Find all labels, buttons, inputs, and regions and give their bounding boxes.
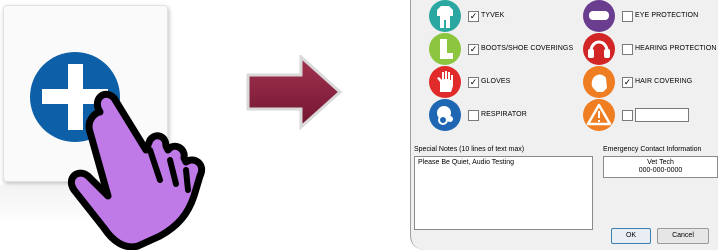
hair-covering-label: HAIR COVERING [635, 78, 693, 85]
respirator-checkbox[interactable] [468, 110, 479, 121]
warning-icon [583, 99, 615, 131]
gloves-checkbox[interactable]: ✓ [468, 77, 479, 88]
special-notes-textarea[interactable]: Please Be Quiet, Audio Testing [414, 156, 593, 230]
boots-checkbox[interactable]: ✓ [468, 44, 479, 55]
other-checkbox[interactable] [622, 110, 633, 121]
ok-button[interactable]: OK [611, 228, 651, 244]
glove-icon [429, 66, 461, 98]
special-notes-label: Special Notes (10 lines of text max) [414, 146, 525, 153]
other-ppe-input[interactable] [635, 108, 689, 122]
ppe-dialog: ✓ TYVEK ✓ BOOTS/SHOE COVERINGS ✓ GLOVES … [410, 0, 718, 250]
tyvek-checkbox[interactable]: ✓ [468, 11, 479, 22]
emergency-contact-field[interactable]: Vet Tech 000-000-0000 [603, 156, 718, 178]
emergency-contact-label: Emergency Contact Information [603, 146, 702, 153]
boot-icon [429, 33, 461, 65]
contact-phone: 000-000-0000 [638, 167, 683, 174]
contact-name: Vet Tech [647, 159, 674, 166]
hair-cover-icon [583, 66, 615, 98]
earmuffs-icon [583, 33, 615, 65]
eye-protection-checkbox[interactable] [622, 11, 633, 22]
respirator-icon [429, 99, 461, 131]
hearing-protection-checkbox[interactable] [622, 44, 633, 55]
right-arrow-icon [246, 55, 343, 130]
respirator-label: RESPIRATOR [481, 111, 527, 118]
gloves-label: GLOVES [481, 78, 511, 85]
plus-pointer-illustration [30, 52, 205, 250]
cancel-button[interactable]: Cancel [657, 228, 709, 244]
hair-covering-checkbox[interactable]: ✓ [622, 77, 633, 88]
boots-label: BOOTS/SHOE COVERINGS [481, 45, 574, 52]
hearing-protection-label: HEARING PROTECTION [635, 45, 717, 52]
coverall-icon [429, 0, 461, 32]
tyvek-label: TYVEK [481, 12, 505, 19]
hand-pointer-icon [67, 90, 205, 250]
eye-protection-label: EYE PROTECTION [635, 12, 699, 19]
goggles-icon [583, 0, 615, 32]
